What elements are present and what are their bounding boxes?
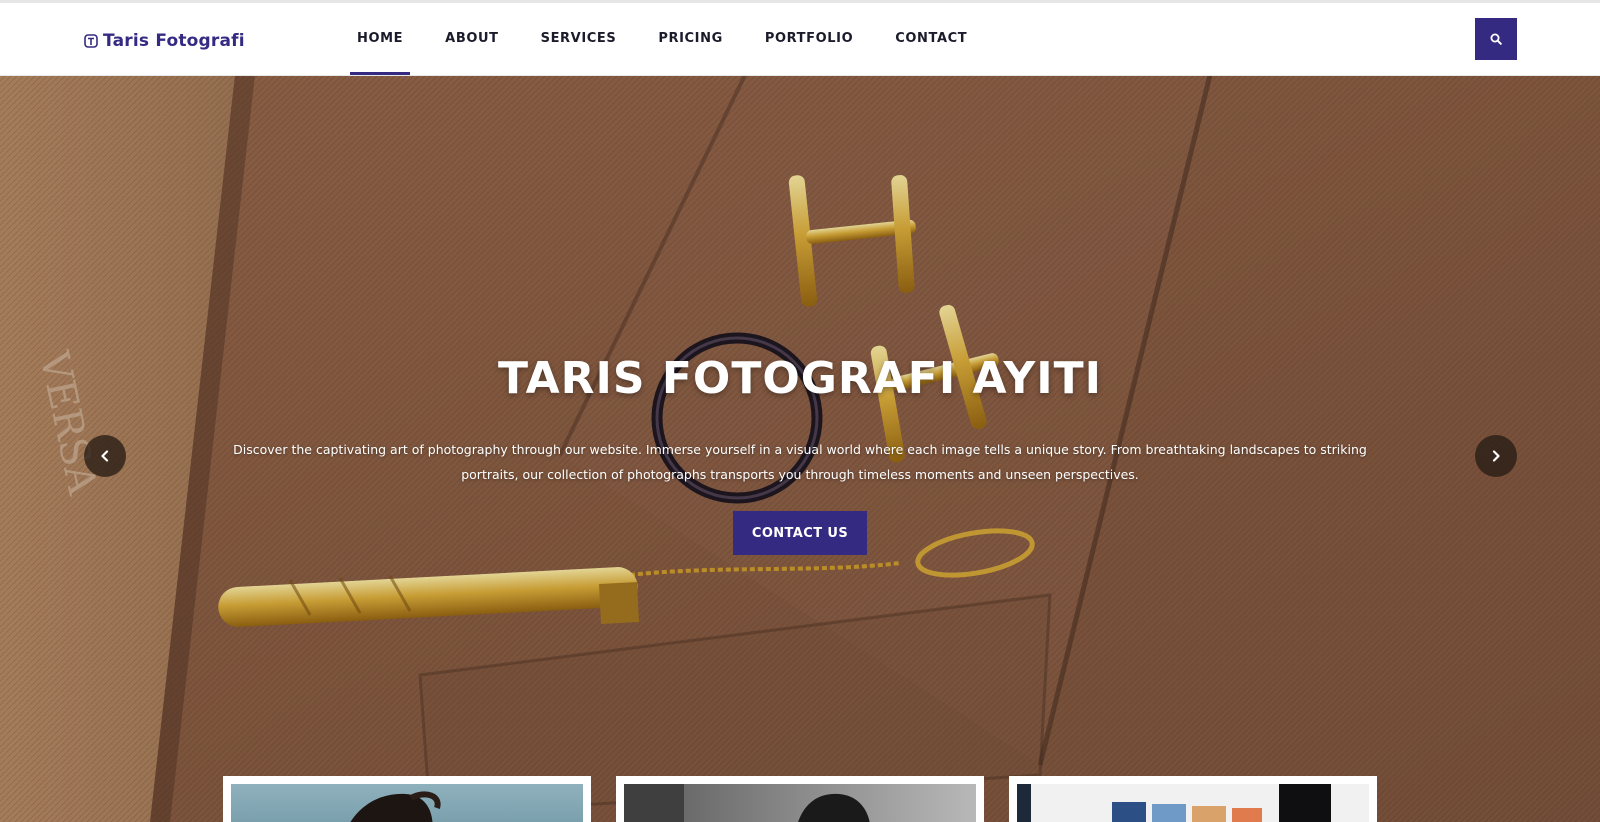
search-icon: [1490, 33, 1502, 45]
nav-contact[interactable]: CONTACT: [888, 3, 974, 75]
navbar: Taris Fotografi HOME ABOUT SERVICES PRIC…: [0, 3, 1600, 75]
nav-about[interactable]: ABOUT: [438, 3, 505, 75]
card-image-gallery: [1017, 784, 1369, 822]
contact-us-button[interactable]: CONTACT US: [733, 511, 867, 555]
card-image-bw-portrait: [624, 784, 976, 822]
carousel-prev-button[interactable]: [84, 435, 126, 477]
nav-portfolio[interactable]: PORTFOLIO: [758, 3, 860, 75]
logo-icon: [84, 34, 98, 48]
chevron-right-icon: [1492, 450, 1500, 462]
hero-title: TARIS FOTOGRAFI AYITI: [497, 353, 1103, 404]
brand-name: Taris Fotografi: [103, 31, 245, 51]
feature-card-1[interactable]: [223, 776, 591, 822]
feature-card-2[interactable]: [616, 776, 984, 822]
brand-logo[interactable]: Taris Fotografi: [84, 27, 245, 55]
nav-pricing[interactable]: PRICING: [651, 3, 730, 75]
hero-description: Discover the captivating art of photogra…: [233, 442, 1367, 482]
chevron-left-icon: [101, 450, 109, 462]
hero-slider: VERSA TARIS FOTOGRAFI AYITI Discover the…: [0, 75, 1600, 822]
feature-card-3[interactable]: [1009, 776, 1377, 822]
card-image-portrait: [231, 784, 583, 822]
carousel-next-button[interactable]: [1475, 435, 1517, 477]
nav-home[interactable]: HOME: [350, 3, 411, 75]
search-button[interactable]: [1475, 18, 1517, 60]
main-nav: HOME ABOUT SERVICES PRICING PORTFOLIO CO…: [350, 3, 1002, 75]
nav-services[interactable]: SERVICES: [534, 3, 624, 75]
